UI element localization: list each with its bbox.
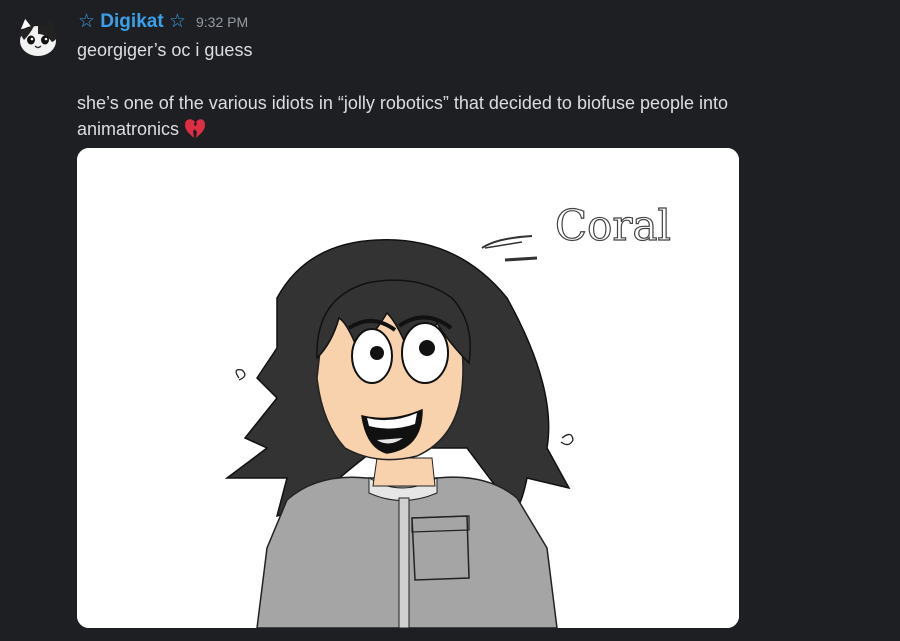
- timestamp: 9:32 PM: [195, 14, 249, 30]
- username[interactable]: ☆ Digikat ☆: [78, 10, 186, 33]
- character-drawing: Coral: [77, 148, 739, 628]
- chat-message: ☆ Digikat ☆ 9:32 PM georgiger’s oc i gue…: [0, 0, 900, 641]
- avatar[interactable]: [16, 14, 60, 58]
- image-attachment[interactable]: Coral: [77, 148, 739, 628]
- message-header: ☆ Digikat ☆ 9:32 PM: [78, 10, 248, 36]
- message-line-with-emoji: animatronics: [77, 118, 207, 140]
- drawing-label: Coral: [555, 201, 671, 250]
- message-line-text: animatronics: [77, 118, 180, 139]
- message-line: she’s one of the various idiots in “joll…: [77, 93, 729, 113]
- cat-avatar-icon: [16, 14, 60, 58]
- broken-heart-icon: [183, 118, 207, 140]
- message-line: georgiger’s oc i guess: [77, 40, 253, 60]
